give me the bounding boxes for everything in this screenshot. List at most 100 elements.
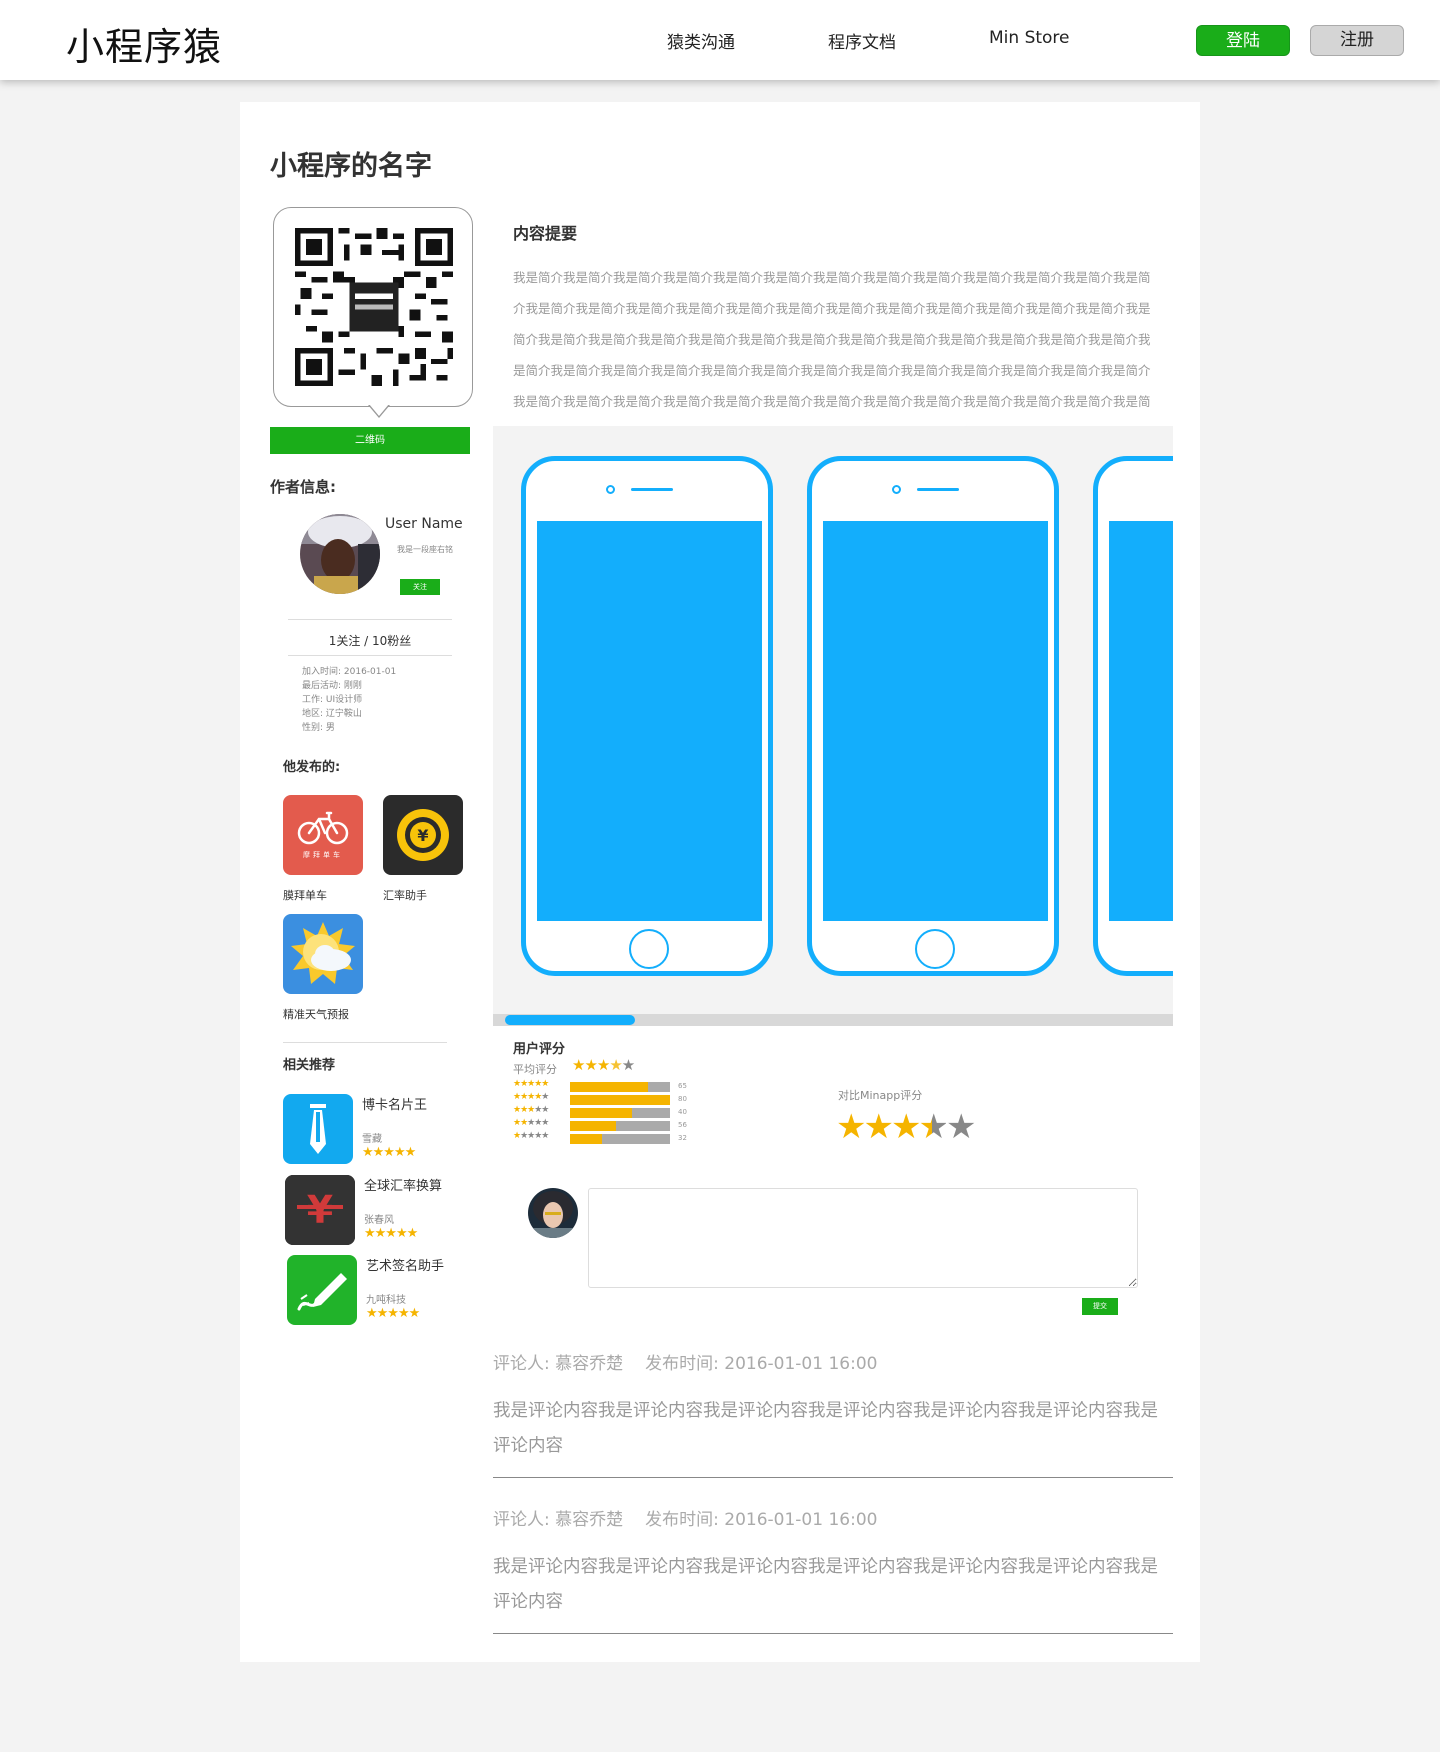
recommend-app-card[interactable] [283, 1094, 353, 1164]
rating-row-stars: ★★★★★ [513, 1131, 549, 1141]
recommend-app-name[interactable]: 全球汇率换算 [364, 1175, 442, 1194]
recommend-app-rating: ★★★★★ [362, 1145, 416, 1160]
review-time: 发布时间: 2016-01-01 16:00 [645, 1354, 878, 1374]
published-app-weather[interactable] [283, 914, 363, 994]
author-divider-bottom [288, 655, 452, 656]
author-name[interactable]: User Name [385, 516, 463, 532]
app-detail-card: 小程序的名字 二维码 作者信息: User Name 我是一段座右铭 关注 1关… [240, 102, 1200, 1662]
rating-count: 32 [678, 1134, 687, 1142]
rating-bar [570, 1121, 670, 1131]
weather-icon [291, 922, 355, 984]
app-title: 小程序的名字 [270, 151, 432, 182]
nav-link-community[interactable]: 猿类沟通 [667, 28, 735, 53]
author-info-join: 加入时间: 2016-01-01 [302, 667, 397, 677]
published-app-currency[interactable]: ¥ [383, 795, 463, 875]
pen-icon [297, 1273, 347, 1311]
recommend-app-exchange[interactable]: ¥ [285, 1175, 355, 1245]
rating-bar [570, 1134, 670, 1144]
site-logo[interactable]: 小程序猿 [66, 16, 222, 71]
rating-count: 56 [678, 1121, 687, 1129]
published-app-name[interactable]: 汇率助手 [383, 887, 427, 903]
author-avatar[interactable] [300, 514, 380, 594]
rating-bar-fill [570, 1134, 602, 1144]
phone-screen [823, 521, 1048, 921]
author-avatar-icon [300, 514, 380, 594]
qr-code-icon [295, 228, 453, 386]
avg-rating-stars: ★★★★★ [572, 1056, 635, 1074]
rating-count: 40 [678, 1108, 687, 1116]
review-body: 我是评论内容我是评论内容我是评论内容我是评论内容我是评论内容我是评论内容我是评论… [493, 1401, 1158, 1456]
recommend-app-name[interactable]: 博卡名片王 [362, 1094, 427, 1113]
published-app-name[interactable]: 膜拜单车 [283, 887, 327, 903]
rating-bar-fill [570, 1082, 648, 1092]
svg-text:¥: ¥ [307, 1188, 333, 1232]
recommend-app-author: 雪藏 [362, 1134, 382, 1145]
rating-count: 65 [678, 1082, 687, 1090]
gallery-scrollbar[interactable] [493, 1014, 1173, 1026]
author-info-last-active: 最后活动: 刚刚 [302, 681, 362, 691]
rating-bar [570, 1082, 670, 1092]
published-app-name[interactable]: 精准天气预报 [283, 1006, 349, 1022]
register-button[interactable]: 注册 [1310, 25, 1404, 56]
review-time: 发布时间: 2016-01-01 16:00 [645, 1510, 878, 1530]
author-info-list: 加入时间: 2016-01-01 最后活动: 刚刚 工作: UI设计师 地区: … [302, 665, 396, 735]
rating-bar-fill [570, 1095, 670, 1105]
comment-input[interactable] [588, 1188, 1138, 1288]
published-app-bike[interactable]: 摩拜单车 [283, 795, 363, 875]
screenshot-phone[interactable] [807, 456, 1059, 976]
screenshot-gallery[interactable] [493, 426, 1173, 1026]
recommend-app-rating: ★★★★★ [364, 1226, 418, 1241]
currency-icon: ¥ [285, 1175, 355, 1245]
phone-home-button [915, 929, 955, 969]
screenshot-phone[interactable] [521, 456, 773, 976]
nav-link-store[interactable]: Min Store [989, 28, 1070, 48]
bike-icon: 摩拜单车 [297, 811, 349, 859]
recommend-app-rating: ★★★★★ [366, 1306, 420, 1321]
follow-button[interactable]: 关注 [400, 579, 440, 595]
review-item: 评论人: 慕容乔楚 发布时间: 2016-01-01 16:00 我是评论内容我是… [493, 1505, 1173, 1634]
rating-row-stars: ★★★★★ [513, 1079, 549, 1089]
author-signature: 我是一段座右铭 [397, 545, 453, 554]
reviewer-name[interactable]: 评论人: 慕容乔楚 [493, 1354, 623, 1374]
recommend-app-name[interactable]: 艺术签名助手 [366, 1255, 444, 1274]
rating-count: 80 [678, 1095, 687, 1103]
summary-heading: 内容提要 [513, 224, 578, 243]
review-divider [493, 1477, 1173, 1478]
author-info-gender: 性别: 男 [302, 723, 335, 733]
nav-link-docs[interactable]: 程序文档 [828, 28, 896, 53]
yen-coin-icon: ¥ [397, 809, 449, 861]
rating-bar-fill [570, 1121, 616, 1131]
review-item: 评论人: 慕容乔楚 发布时间: 2016-01-01 16:00 我是评论内容我是… [493, 1349, 1173, 1478]
recommend-app-author: 张春风 [364, 1215, 394, 1226]
rating-heading: 用户评分 [513, 1042, 566, 1057]
qr-code-bubble [273, 207, 473, 407]
svg-text:摩拜单车: 摩拜单车 [303, 850, 343, 859]
phone-speaker [917, 488, 959, 491]
phone-home-button [629, 929, 669, 969]
avg-rating-label: 平均评分 [513, 1063, 557, 1076]
compare-rating-label: 对比Minapp评分 [838, 1089, 923, 1102]
phone-camera [606, 485, 615, 494]
svg-text:¥: ¥ [417, 826, 428, 845]
top-navbar: 小程序猿 猿类沟通 程序文档 Min Store 登陆 注册 [0, 0, 1440, 80]
tie-icon [310, 1104, 326, 1154]
commenter-avatar [528, 1188, 578, 1238]
reviewer-name[interactable]: 评论人: 慕容乔楚 [493, 1510, 623, 1530]
rating-row-stars: ★★★★★ [513, 1118, 549, 1128]
phone-camera [892, 485, 901, 494]
phone-speaker [631, 488, 673, 491]
review-divider [493, 1633, 1173, 1634]
rating-bar [570, 1108, 670, 1118]
recommend-divider [283, 1042, 447, 1043]
recommend-app-signature[interactable] [287, 1255, 357, 1325]
review-meta: 评论人: 慕容乔楚 发布时间: 2016-01-01 16:00 [493, 1505, 1173, 1530]
login-button[interactable]: 登陆 [1196, 25, 1290, 56]
rating-bar-fill [570, 1108, 632, 1118]
follow-stats: 1关注 / 10粉丝 [328, 634, 412, 648]
rating-row-stars: ★★★★★ [513, 1105, 549, 1115]
qr-code-button[interactable]: 二维码 [270, 427, 470, 454]
screenshot-phone[interactable] [1093, 456, 1173, 976]
author-heading: 作者信息: [270, 478, 336, 496]
comment-submit-button[interactable]: 提交 [1082, 1298, 1118, 1315]
gallery-scroll-thumb[interactable] [505, 1015, 635, 1025]
